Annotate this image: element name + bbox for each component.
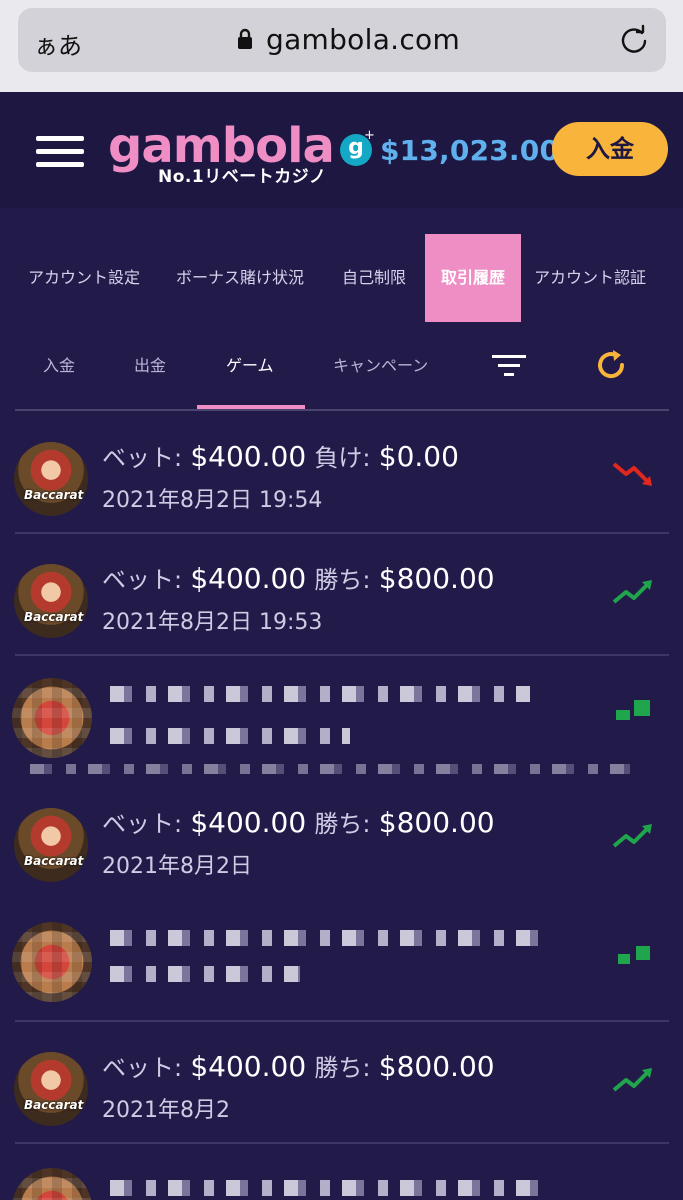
transaction-list: Baccarat ベット: $400.00 負け: $0.00 2021年8月2… <box>0 412 683 1200</box>
bet-label: ベット: <box>102 810 183 838</box>
bet-label: ベット: <box>102 444 183 472</box>
game-thumbnail: Baccarat <box>14 1052 88 1126</box>
bet-result-line: ベット: $400.00 勝ち: $800.00 <box>102 804 495 839</box>
history-sub-tabs: 入金 出金 ゲーム キャンペーン <box>0 330 683 412</box>
result-label: 負け: <box>314 444 371 472</box>
bet-label: ベット: <box>102 566 183 594</box>
game-thumbnail: Baccarat <box>14 442 88 516</box>
obscured-thumbnail <box>12 1168 92 1200</box>
result-label: 勝ち: <box>314 1054 371 1082</box>
browser-bar: ぁあ gambola.com <box>0 0 683 92</box>
refresh-icon[interactable] <box>594 348 628 382</box>
address-bar[interactable]: ぁあ gambola.com <box>18 8 666 72</box>
logo-tagline: No.1リベートカジノ <box>158 167 327 187</box>
trend-up-icon <box>612 580 652 604</box>
result-label: 勝ち: <box>314 810 371 838</box>
game-thumbnail: Baccarat <box>14 564 88 638</box>
menu-icon[interactable] <box>36 136 84 167</box>
bet-amount: $400.00 <box>190 440 307 473</box>
bet-amount: $400.00 <box>190 806 307 839</box>
trend-up-icon <box>612 1068 652 1092</box>
obscured-thumbnail <box>12 678 92 758</box>
result-amount: $800.00 <box>378 562 495 595</box>
game-thumbnail: Baccarat <box>14 808 88 882</box>
bet-amount: $400.00 <box>190 1050 307 1083</box>
trend-up-icon <box>612 824 652 848</box>
trend-up-icon <box>618 946 650 964</box>
trend-up-icon <box>616 700 650 720</box>
bet-result-line: ベット: $400.00 勝ち: $800.00 <box>102 1048 495 1083</box>
result-amount: $800.00 <box>378 1050 495 1083</box>
bet-result-line: ベット: $400.00 負け: $0.00 <box>102 438 459 473</box>
lock-icon <box>238 28 252 49</box>
result-label: 勝ち: <box>314 566 371 594</box>
transaction-row-obscured[interactable] <box>0 1144 683 1200</box>
subtab-game[interactable]: ゲーム <box>226 352 274 376</box>
transaction-row[interactable]: Baccarat ベット: $400.00 勝ち: $800.00 2021年8… <box>0 778 683 900</box>
deposit-button[interactable]: 入金 <box>552 122 668 176</box>
result-amount: $800.00 <box>378 806 495 839</box>
filter-icon[interactable] <box>492 354 526 378</box>
transaction-row-obscured[interactable] <box>0 900 683 1022</box>
subtab-campaign[interactable]: キャンペーン <box>333 352 428 376</box>
bet-result-line: ベット: $400.00 勝ち: $800.00 <box>102 560 495 595</box>
subtab-deposit[interactable]: 入金 <box>43 352 75 376</box>
text-size-button[interactable]: ぁあ <box>34 26 82 61</box>
subtab-withdrawal[interactable]: 出金 <box>134 352 166 376</box>
transaction-row-obscured[interactable] <box>0 656 683 778</box>
transaction-datetime: 2021年8月2 <box>102 1098 230 1123</box>
transaction-row[interactable]: Baccarat ベット: $400.00 勝ち: $800.00 2021年8… <box>0 534 683 656</box>
tab-account-settings[interactable]: アカウント設定 <box>28 234 140 322</box>
transaction-datetime: 2021年8月2日 19:54 <box>102 488 323 513</box>
balance-amount[interactable]: $13,023.00 <box>380 134 559 167</box>
transaction-datetime: 2021年8月2日 19:53 <box>102 610 323 635</box>
result-amount: $0.00 <box>378 440 459 473</box>
tab-bonus-wagering[interactable]: ボーナス賭け状況 <box>176 234 304 322</box>
transaction-row[interactable]: Baccarat ベット: $400.00 負け: $0.00 2021年8月2… <box>0 412 683 534</box>
plus-icon: + <box>364 128 375 143</box>
trend-down-icon <box>612 462 652 486</box>
url-text: gambola.com <box>266 23 461 56</box>
account-tabs: アカウント設定 ボーナス賭け状況 自己制限 取引履歴 アカウント認証 <box>0 234 683 322</box>
transaction-row[interactable]: Baccarat ベット: $400.00 勝ち: $800.00 2021年8… <box>0 1022 683 1144</box>
site-header: gambola No.1リベートカジノ g + $13,023.00 入金 <box>0 92 683 208</box>
obscured-thumbnail <box>12 922 92 1002</box>
tab-account-verification[interactable]: アカウント認証 <box>534 234 646 322</box>
tab-transaction-history[interactable]: 取引履歴 <box>425 234 521 322</box>
transaction-datetime: 2021年8月2日 <box>102 854 252 879</box>
reload-icon[interactable] <box>618 24 650 56</box>
divider <box>15 409 669 411</box>
bet-amount: $400.00 <box>190 562 307 595</box>
tab-self-limit[interactable]: 自己制限 <box>342 234 406 322</box>
bet-label: ベット: <box>102 1054 183 1082</box>
